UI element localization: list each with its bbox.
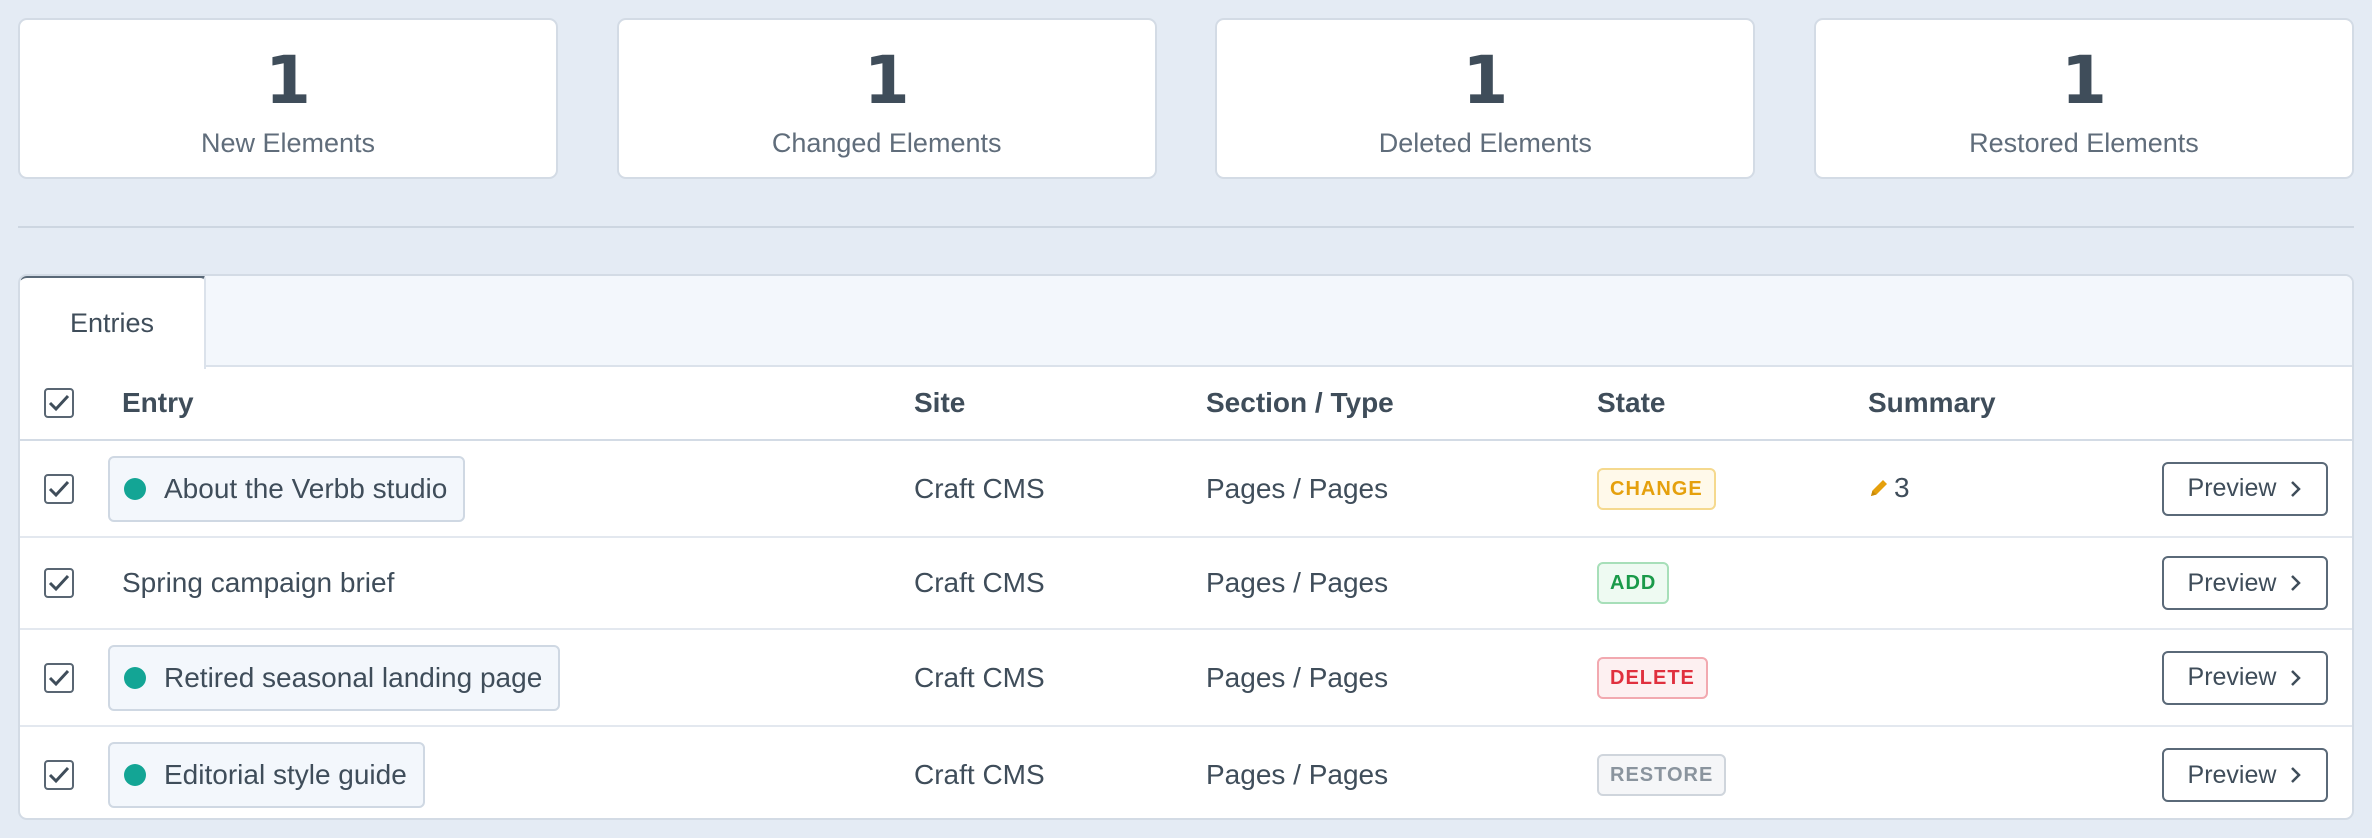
stat-value: 1 [863,42,910,119]
preview-label: Preview [2187,474,2277,502]
stat-card-deleted: 1 Deleted Elements [1215,18,1756,179]
stat-value: 1 [265,42,311,119]
column-header-state[interactable]: State [1597,367,1868,441]
row-checkbox[interactable] [44,473,74,504]
state-badge: CHANGE [1597,467,1716,510]
status-enabled-icon [124,666,146,689]
site-cell: Craft CMS [914,759,1045,790]
row-checkbox[interactable] [44,568,74,598]
stat-value: 1 [1462,42,1509,119]
stat-label: Deleted Elements [1378,128,1592,158]
preview-label: Preview [2187,568,2277,597]
summary: 3 [1868,472,1910,504]
divider [18,226,2354,228]
stat-card-changed: 1 Changed Elements [616,18,1157,179]
tab-entries[interactable]: Entries [20,276,206,369]
section-type-cell: Pages / Pages [1206,629,1597,727]
chevron-right-icon [2290,766,2302,784]
column-header-section-type[interactable]: Section / Type [1206,367,1597,441]
preview-label: Preview [2187,760,2277,789]
stat-card-new: 1 New Elements [18,18,558,179]
column-header-summary: Summary [1868,367,2158,441]
pencil-icon [1868,477,1890,499]
status-enabled-icon [124,477,146,500]
summary [1868,726,2158,818]
state-badge: ADD [1597,562,1670,604]
column-header-entry[interactable]: Entry [122,367,914,441]
summary [1868,629,2158,727]
entry-chip[interactable]: About the Verbb studio [108,455,466,522]
section-type-cell: Pages / Pages [1206,759,1389,790]
entry-title: Retired seasonal landing page [164,661,543,693]
entry-chip[interactable]: Retired seasonal landing page [108,644,561,711]
entries-table: Entry Site Section / Type State Summary [20,367,2352,818]
stat-card-restored: 1 Restored Elements [1813,18,2354,179]
entry-chip[interactable]: Editorial style guide [108,742,425,808]
stat-value: 1 [2061,42,2107,119]
table-row: About the Verbb studio Craft CMS Pages /… [20,440,2352,538]
preview-button[interactable]: Preview [2162,748,2328,802]
preview-button[interactable]: Preview [2162,650,2328,705]
section-type-cell: Pages / Pages [1206,537,1597,630]
preview-label: Preview [2187,663,2277,691]
stat-label: Changed Elements [771,128,1002,158]
checkmark-icon [48,480,70,497]
status-enabled-icon [124,764,146,786]
state-badge: RESTORE [1597,754,1727,796]
stats-row: 1 New Elements 1 Changed Elements 1 Dele… [18,18,2354,179]
checkmark-icon [48,766,70,784]
site-cell: Craft CMS [914,440,1206,538]
row-checkbox[interactable] [44,760,74,790]
row-checkbox[interactable] [44,662,74,693]
chevron-right-icon [2290,669,2302,687]
table-row: Retired seasonal landing page Craft CMS … [20,629,2352,727]
checkmark-icon [48,394,70,412]
state-badge: DELETE [1597,656,1708,699]
tab-bar: Entries [20,276,2352,369]
table-row: Editorial style guide Craft CMS Pages / … [20,726,2352,818]
table-header-row: Entry Site Section / Type State Summary [20,367,2352,441]
stat-label: Restored Elements [1969,128,2199,158]
entry-title: About the Verbb studio [164,472,448,504]
chevron-right-icon [2290,480,2302,498]
column-header-site[interactable]: Site [914,367,1206,441]
elements-panel: Entries Entry Site Section / Type State … [18,274,2354,820]
site-cell: Craft CMS [914,537,1206,630]
summary-count: 3 [1894,471,1910,503]
preview-button[interactable]: Preview [2162,556,2328,610]
site-cell: Craft CMS [914,629,1206,727]
checkmark-icon [48,669,70,686]
chevron-right-icon [2290,574,2302,592]
stat-label: New Elements [200,128,376,158]
select-all-checkbox[interactable] [44,388,74,418]
checkmark-icon [48,574,70,592]
summary [1868,537,2158,630]
preview-button[interactable]: Preview [2162,461,2328,516]
entry-title: Spring campaign brief [122,567,395,598]
section-type-cell: Pages / Pages [1206,440,1597,538]
table-row: Spring campaign brief Craft CMS Pages / … [20,537,2352,630]
entry-title: Editorial style guide [164,759,407,790]
